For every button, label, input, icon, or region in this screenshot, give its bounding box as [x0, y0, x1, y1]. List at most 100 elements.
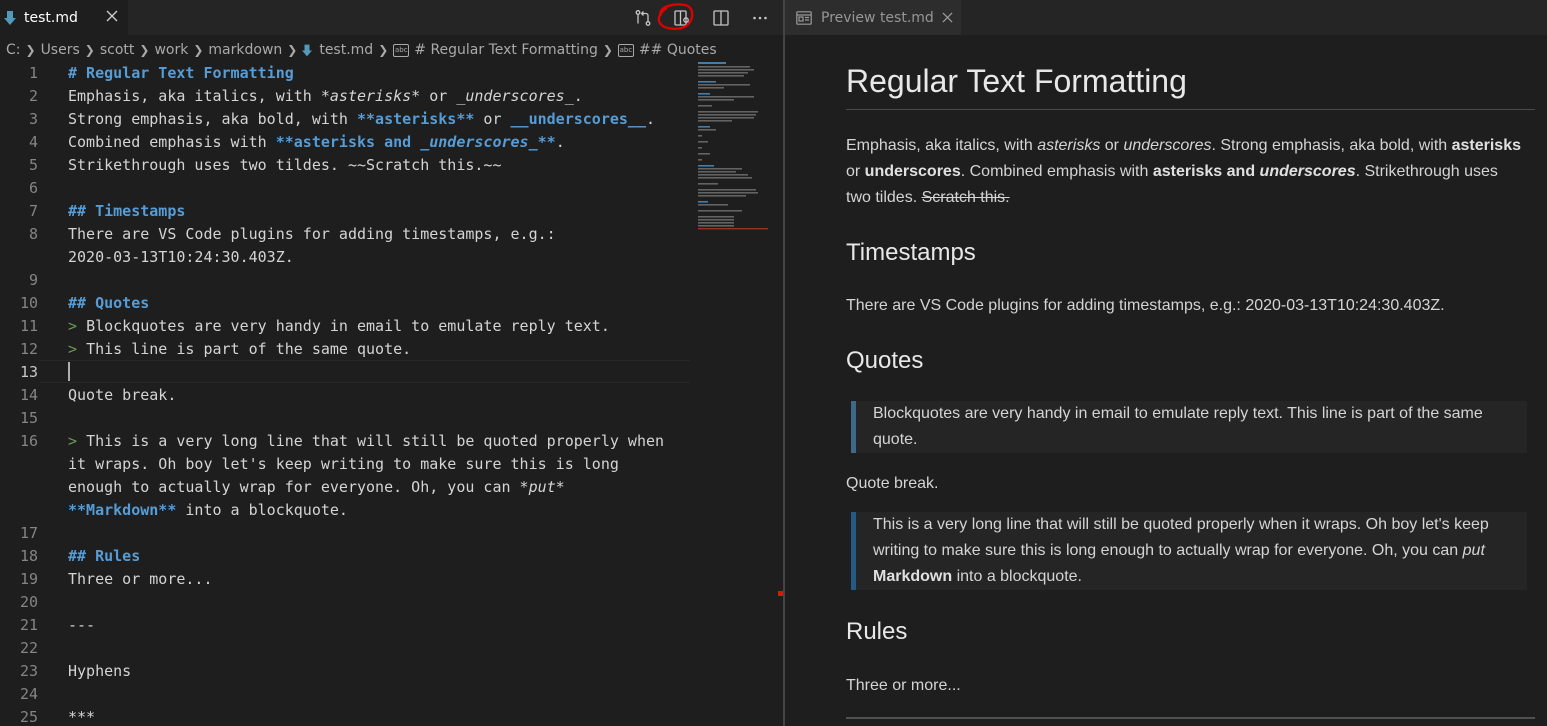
code-token: or	[474, 110, 511, 128]
code-token: >	[68, 432, 87, 450]
preview-text-run: into a blockquote.	[952, 568, 1082, 585]
code-line[interactable]: 6	[0, 177, 690, 200]
line-number: 10	[19, 294, 38, 312]
current-line-highlight	[40, 360, 690, 383]
code-line[interactable]: 9	[0, 269, 690, 292]
tab-label: test.md	[24, 9, 78, 26]
code-line[interactable]: 8 There are VS Code plugins for adding ti…	[0, 223, 690, 246]
tab-preview[interactable]: Preview test.md	[785, 0, 961, 35]
code-line[interactable]: 12 > This line is part of the same quote.	[0, 338, 690, 361]
code-token: Combined emphasis with	[68, 133, 276, 151]
code-line[interactable]: 11 > Blockquotes are very handy in email …	[0, 315, 690, 338]
line-number: 21	[19, 616, 38, 634]
line-number: 18	[19, 547, 38, 565]
code-token: .	[555, 133, 565, 151]
close-icon[interactable]	[104, 8, 120, 24]
line-text: it wraps. Oh boy let's keep writing to m…	[68, 453, 619, 476]
preview-heading-timestamps: Timestamps	[846, 239, 976, 266]
chevron-right-icon: ❯	[378, 43, 389, 57]
code-line[interactable]: 20	[0, 591, 690, 614]
code-line[interactable]: it wraps. Oh boy let's keep writing to m…	[0, 453, 690, 476]
code-line[interactable]: 17	[0, 522, 690, 545]
code-token: # Regular Text Formatting	[68, 64, 294, 82]
code-line[interactable]: 1 # Regular Text Formatting	[0, 62, 690, 85]
code-line[interactable]: 7 ## Timestamps	[0, 200, 690, 223]
line-number: 9	[28, 271, 38, 289]
line-text: > This is a very long line that will sti…	[68, 430, 664, 453]
line-text: > This line is part of the same quote.	[68, 338, 411, 361]
code-line[interactable]: 19 Three or more...	[0, 568, 690, 591]
code-line[interactable]: 23 Hyphens	[0, 660, 690, 683]
preview-tab-bar: Preview test.md	[785, 0, 1547, 35]
code-token: Three or more...	[68, 570, 213, 588]
line-number: 17	[19, 524, 38, 542]
line-number: 20	[19, 593, 38, 611]
code-line[interactable]: 4 Combined emphasis with **asterisks and …	[0, 131, 690, 154]
code-line[interactable]: 16 > This is a very long line that will s…	[0, 430, 690, 453]
editor-actions	[617, 0, 773, 35]
breadcrumb-symbol-label: # Regular Text Formatting	[414, 42, 598, 58]
line-number: 4	[28, 133, 38, 151]
code-token: _underscores_	[456, 87, 574, 105]
code-line[interactable]: **Markdown** into a blockquote.	[0, 499, 690, 522]
breadcrumb-users[interactable]: Users	[41, 42, 80, 58]
split-editor-icon[interactable]	[708, 5, 734, 31]
code-token: This is a very long line that will still…	[86, 432, 665, 450]
chevron-right-icon: ❯	[25, 43, 36, 57]
preview-text-run: underscores	[864, 163, 961, 180]
code-token: **asterisks**	[356, 110, 475, 128]
code-line[interactable]: 5 Strikethrough uses two tildes. ~~Scratc…	[0, 154, 690, 177]
open-changes-icon[interactable]	[630, 5, 656, 31]
line-text: enough to actually wrap for everyone. Oh…	[68, 476, 565, 499]
code-line[interactable]: 15	[0, 407, 690, 430]
code-token: ***	[68, 708, 96, 726]
code-line[interactable]: 2 Emphasis, aka italics, with *asterisks*…	[0, 85, 690, 108]
line-text: Three or more...	[68, 568, 213, 591]
code-line[interactable]: 22	[0, 637, 690, 660]
code-token: >	[68, 317, 87, 335]
code-editor[interactable]: 1 # Regular Text Formatting 2 Emphasis, aka…	[0, 62, 690, 726]
code-token: ## Quotes	[68, 294, 150, 312]
preview-text-run: asterisks	[1037, 137, 1101, 154]
editor-group: test.md C: ❯ Users ❯ scott ❯ work ❯ mark…	[0, 0, 783, 726]
line-number: 22	[19, 639, 38, 657]
line-number: 2	[28, 87, 38, 105]
code-line[interactable]: enough to actually wrap for everyone. Oh…	[0, 476, 690, 499]
breadcrumb-markdown[interactable]: markdown	[208, 42, 282, 58]
chevron-right-icon: ❯	[602, 43, 613, 57]
more-actions-icon[interactable]	[747, 5, 773, 31]
code-line[interactable]: 2020-03-13T10:24:30.403Z.	[0, 246, 690, 269]
preview-paragraph: Three or more...	[846, 677, 961, 694]
code-line[interactable]: 21 ---	[0, 614, 690, 637]
code-token: __underscores__	[510, 110, 646, 128]
breadcrumb-file[interactable]: test.md	[302, 42, 373, 58]
code-token: ## Rules	[68, 547, 141, 565]
breadcrumb-work[interactable]: work	[154, 42, 188, 58]
preview-text-run: Emphasis, aka italics, with	[846, 137, 1038, 154]
breadcrumb-symbol-h2[interactable]: abc ## Quotes	[617, 42, 717, 58]
code-line[interactable]: 10 ## Quotes	[0, 292, 690, 315]
close-icon[interactable]	[941, 11, 955, 25]
line-number: 6	[28, 179, 38, 197]
minimap[interactable]	[698, 62, 768, 234]
text-cursor	[68, 362, 70, 381]
vertical-scrollbar[interactable]	[768, 62, 782, 726]
breadcrumb-scott[interactable]: scott	[100, 42, 135, 58]
preview-icon	[796, 10, 812, 25]
tab-test-md[interactable]: test.md	[0, 0, 128, 35]
preview-text-run: asterisks	[1451, 137, 1521, 154]
line-text: Quote break.	[68, 384, 176, 407]
line-text: ## Timestamps	[68, 200, 185, 223]
breadcrumb: C: ❯ Users ❯ scott ❯ work ❯ markdown ❯ t…	[0, 39, 783, 61]
code-line[interactable]: 3 Strong emphasis, aka bold, with **aster…	[0, 108, 690, 131]
code-line[interactable]: 18 ## Rules	[0, 545, 690, 568]
line-number: 3	[28, 110, 38, 128]
breadcrumb-drive[interactable]: C:	[6, 42, 21, 58]
breadcrumb-symbol-h1[interactable]: abc # Regular Text Formatting	[393, 42, 598, 58]
code-token: .	[645, 110, 656, 128]
code-line[interactable]: 25 ***	[0, 706, 690, 726]
chevron-right-icon: ❯	[287, 43, 298, 57]
preview-text-run: put	[1462, 542, 1485, 559]
code-line[interactable]: 14 Quote break.	[0, 384, 690, 407]
code-line[interactable]: 24	[0, 683, 690, 706]
